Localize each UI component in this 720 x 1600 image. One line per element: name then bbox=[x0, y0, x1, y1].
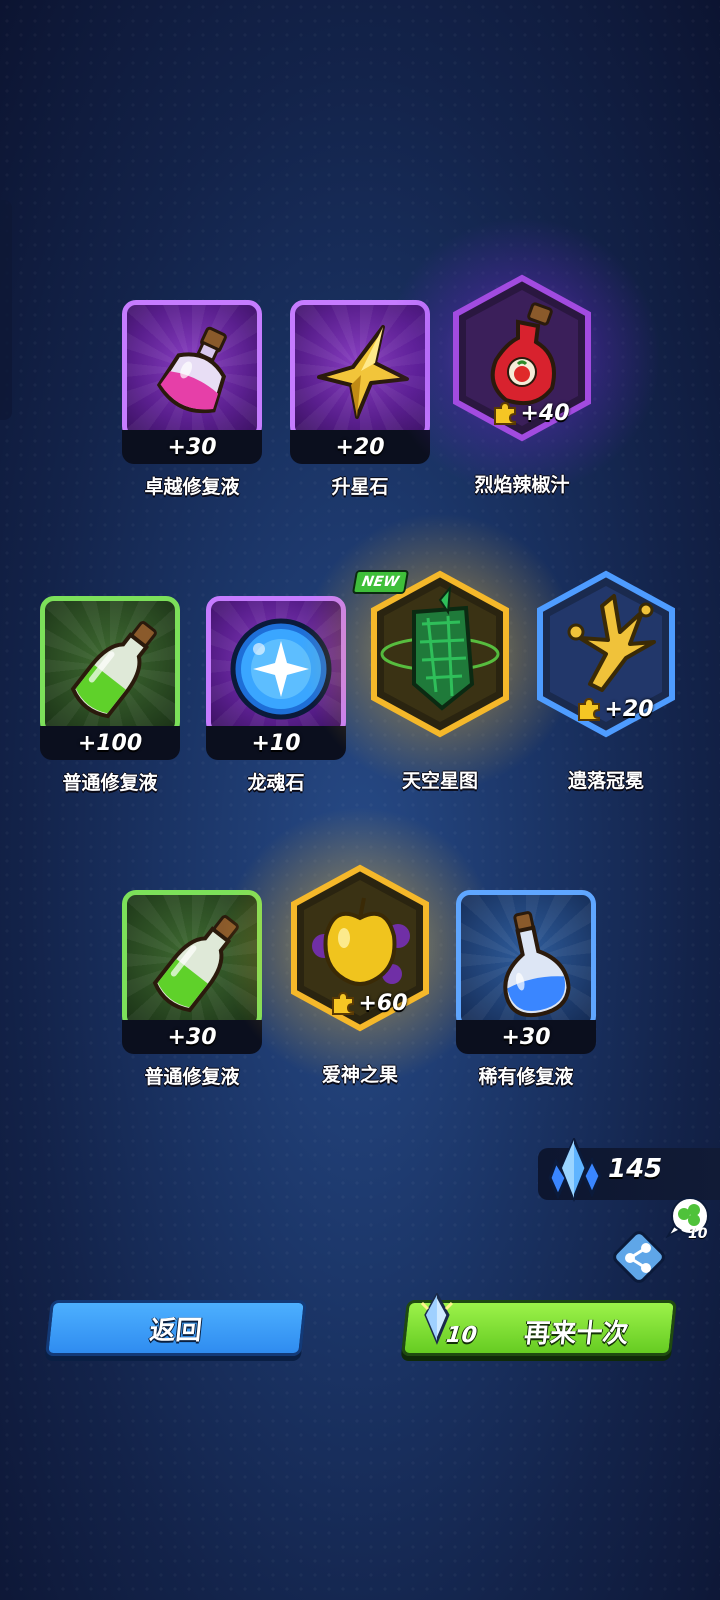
reward-item-2[interactable]: +20 升星石 bbox=[290, 300, 430, 498]
reward-qty: +10 bbox=[251, 730, 301, 756]
star-stone-icon bbox=[317, 325, 409, 419]
reward-qty: +20 bbox=[335, 434, 385, 460]
draw-ten-again-button[interactable]: 10 再来十次 bbox=[401, 1293, 677, 1356]
reward-name: 遗落冠冕 bbox=[567, 770, 644, 792]
puzzle-piece-icon bbox=[494, 401, 517, 425]
reward-card-frame bbox=[40, 596, 180, 736]
new-badge: NEW bbox=[351, 570, 409, 594]
back-button[interactable]: 返回 bbox=[45, 1300, 307, 1356]
reward-name: 卓越修复液 bbox=[144, 476, 240, 498]
reward-qty: +40 bbox=[520, 400, 570, 426]
blue-potion-icon bbox=[503, 911, 571, 1018]
share-reward-count: 10 bbox=[688, 1226, 708, 1242]
reward-name: 稀有修复液 bbox=[478, 1066, 574, 1088]
reward-card-frame bbox=[290, 300, 430, 440]
puzzle-piece-icon bbox=[578, 697, 601, 721]
reward-item-7[interactable]: +20 遗落冠冕 bbox=[536, 570, 676, 792]
crystal-balance: 145 bbox=[538, 1138, 720, 1202]
draw-ten-again-label: 再来十次 bbox=[522, 1319, 630, 1349]
reward-qty: +20 bbox=[604, 696, 654, 722]
reward-item-4[interactable]: +100 普通修复液 bbox=[40, 596, 180, 794]
reward-qty: +30 bbox=[501, 1024, 551, 1050]
reward-card-frame bbox=[206, 596, 346, 736]
reward-item-3[interactable]: +40 烈焰辣椒汁 bbox=[382, 216, 662, 496]
crystal-amount: 145 bbox=[608, 1154, 663, 1184]
reward-item-8[interactable]: +30 普通修复液 bbox=[122, 890, 262, 1088]
draw-cost: 10 bbox=[444, 1323, 479, 1348]
reward-item-6[interactable]: NEW 天空星图 bbox=[300, 512, 580, 792]
reward-name: 烈焰辣椒汁 bbox=[474, 474, 570, 496]
green-potion-icon bbox=[152, 915, 239, 1013]
back-button-label: 返回 bbox=[148, 1315, 204, 1346]
reward-qty-bar: +40 bbox=[486, 398, 576, 428]
reward-card-frame bbox=[122, 890, 262, 1030]
reward-qty: +60 bbox=[358, 990, 408, 1016]
reward-qty-bar: +100 bbox=[40, 726, 180, 760]
pink-potion-icon bbox=[156, 326, 227, 414]
reward-qty-bar: +20 bbox=[290, 430, 430, 464]
green-potion-icon bbox=[70, 621, 157, 719]
reward-item-9[interactable]: +60 爱神之果 bbox=[220, 806, 500, 1086]
background-pattern bbox=[0, 0, 720, 1600]
reward-qty-bar: +30 bbox=[456, 1020, 596, 1054]
reward-item-1[interactable]: +30 卓越修复液 bbox=[122, 300, 262, 498]
reward-name: 普通修复液 bbox=[144, 1066, 240, 1088]
side-edge-tab bbox=[0, 200, 12, 420]
reward-name: 普通修复液 bbox=[62, 772, 158, 794]
puzzle-piece-icon bbox=[332, 991, 355, 1015]
reward-name: 升星石 bbox=[331, 476, 389, 498]
reward-item-5[interactable]: +10 龙魂石 bbox=[206, 596, 346, 794]
reward-name: 天空星图 bbox=[401, 770, 478, 792]
reward-card-frame bbox=[456, 890, 596, 1030]
reward-item-10[interactable]: +30 稀有修复液 bbox=[456, 890, 596, 1088]
reward-card-frame bbox=[122, 300, 262, 440]
hex-frame-gold bbox=[371, 570, 509, 738]
share-icon[interactable] bbox=[610, 1228, 668, 1286]
reward-qty-bar: +30 bbox=[122, 430, 262, 464]
reward-qty-bar: +60 bbox=[324, 988, 414, 1018]
reward-name: 爱神之果 bbox=[321, 1064, 398, 1086]
blue-crystal-icon bbox=[548, 1138, 602, 1202]
reward-qty: +30 bbox=[167, 1024, 217, 1050]
reward-name: 龙魂石 bbox=[247, 772, 305, 794]
reward-qty: +100 bbox=[77, 730, 143, 756]
dragon-soul-orb-icon bbox=[230, 618, 332, 720]
reward-qty-bar: +20 bbox=[570, 694, 660, 724]
reward-qty-bar: +10 bbox=[206, 726, 346, 760]
reward-qty: +30 bbox=[167, 434, 217, 460]
reward-qty-bar: +30 bbox=[122, 1020, 262, 1054]
